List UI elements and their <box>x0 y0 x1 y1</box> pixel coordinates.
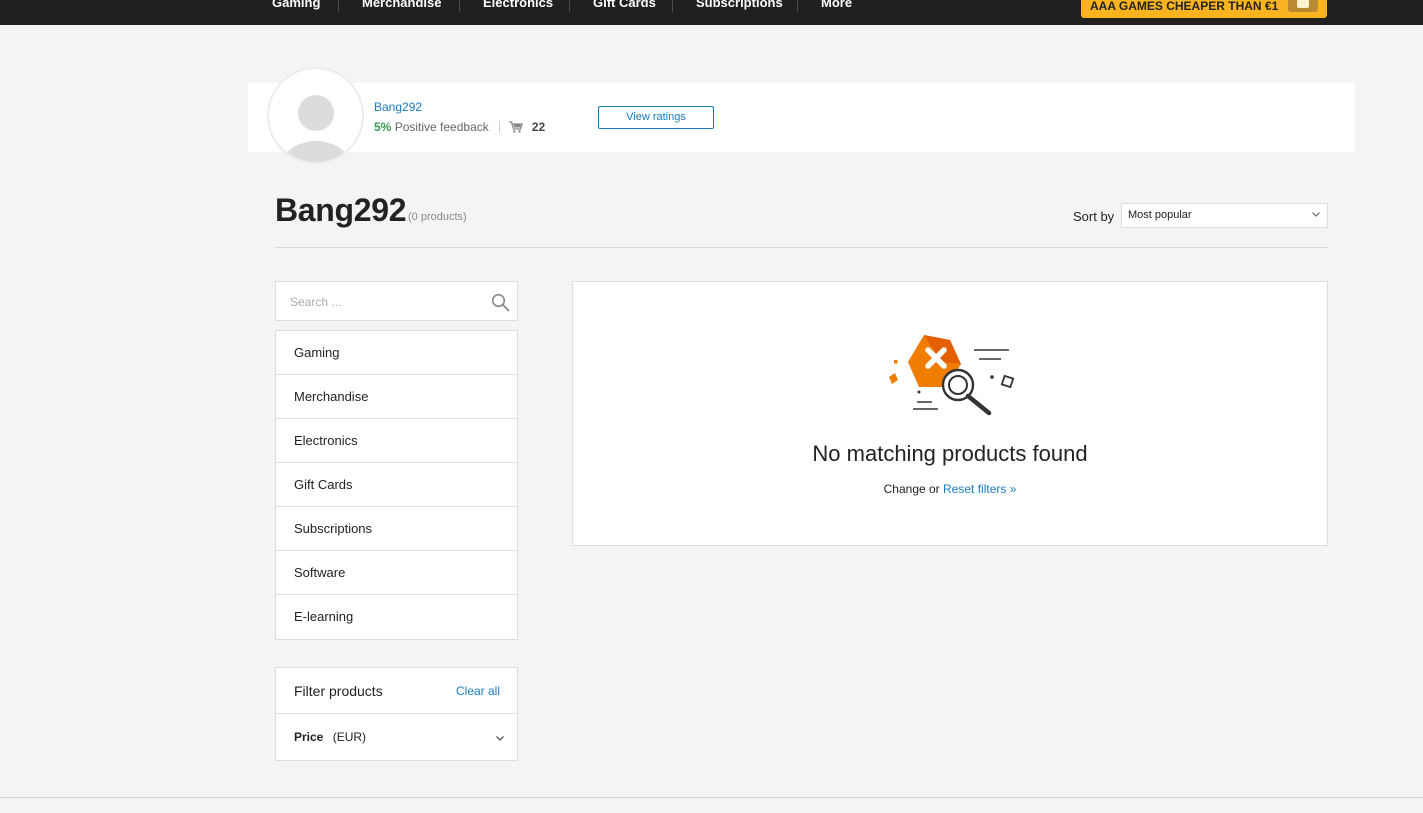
category-list: Gaming Merchandise Electronics Gift Card… <box>275 330 518 640</box>
empty-state-title: No matching products found <box>812 441 1088 466</box>
sort-selected-value: Most popular <box>1128 209 1192 221</box>
filter-title: Filter products <box>294 683 383 699</box>
avatar-head <box>298 95 334 131</box>
footer-divider <box>0 797 1423 798</box>
nav-separator <box>459 0 460 12</box>
clear-all-link[interactable]: Clear all <box>456 684 500 698</box>
nav-separator <box>569 0 570 12</box>
reset-filters-link[interactable]: Reset filters » <box>943 482 1016 496</box>
search-icon[interactable] <box>491 293 510 312</box>
nav-item-subscriptions[interactable]: Subscriptions <box>696 0 783 12</box>
sort-label: Sort by <box>1073 209 1115 224</box>
view-ratings-button[interactable]: View ratings <box>598 106 714 129</box>
gift-box-icon <box>1288 0 1318 12</box>
nav-separator <box>797 0 798 12</box>
seller-info-bar <box>248 83 1355 152</box>
no-results-illustration <box>889 335 1015 416</box>
nav-item-more[interactable]: More <box>821 0 852 12</box>
category-item-gift-cards[interactable]: Gift Cards <box>276 463 517 507</box>
category-item-electronics[interactable]: Electronics <box>276 419 517 463</box>
feedback-label: Positive feedback <box>394 120 489 134</box>
filter-header: Filter products Clear all <box>276 668 517 714</box>
empty-state-message: Change or Reset filters » <box>573 482 1327 496</box>
category-item-gaming[interactable]: Gaming <box>276 331 517 375</box>
category-item-software[interactable]: Software <box>276 551 517 595</box>
seller-name-link[interactable]: Bang292 <box>374 100 422 114</box>
top-navigation: Gaming Merchandise Electronics Gift Card… <box>0 0 1423 25</box>
nav-separator <box>672 0 673 12</box>
promo-banner[interactable]: AAA GAMES CHEAPER THAN €1 <box>1081 0 1327 18</box>
sales-count: 22 <box>531 120 546 134</box>
search-box <box>275 281 518 321</box>
cart-icon <box>509 121 524 133</box>
nav-item-gaming[interactable]: Gaming <box>272 0 320 12</box>
category-item-subscriptions[interactable]: Subscriptions <box>276 507 517 551</box>
avatar-body <box>282 141 350 162</box>
promo-text: AAA GAMES CHEAPER THAN €1 <box>1090 0 1279 13</box>
price-label: Price <box>294 730 324 744</box>
product-count: (0 products) <box>408 211 467 223</box>
nav-separator <box>338 0 339 12</box>
nav-item-electronics[interactable]: Electronics <box>483 0 553 12</box>
feedback-percent: 5% <box>374 120 392 134</box>
header-divider <box>275 247 1328 248</box>
filter-panel: Filter products Clear all Price (EUR) <box>275 667 518 761</box>
sort-select[interactable]: Most popular <box>1121 203 1328 228</box>
price-filter-toggle[interactable]: Price (EUR) <box>294 730 366 744</box>
results-panel: No matching products found Change or Res… <box>572 281 1328 546</box>
nav-item-merchandise[interactable]: Merchandise <box>362 0 441 12</box>
category-item-e-learning[interactable]: E-learning <box>276 595 517 639</box>
page-title: Bang292 <box>275 192 407 228</box>
empty-state-prefix: Change or <box>883 482 940 496</box>
price-currency: (EUR) <box>332 730 367 744</box>
category-item-merchandise[interactable]: Merchandise <box>276 375 517 419</box>
feedback-divider <box>499 121 501 133</box>
seller-feedback: 5% Positive feedback 22 <box>374 120 545 134</box>
nav-item-gift-cards[interactable]: Gift Cards <box>593 0 656 12</box>
chevron-down-icon[interactable] <box>495 733 505 743</box>
chevron-down-icon <box>1312 212 1320 217</box>
avatar <box>267 67 364 164</box>
search-input[interactable] <box>290 292 480 312</box>
